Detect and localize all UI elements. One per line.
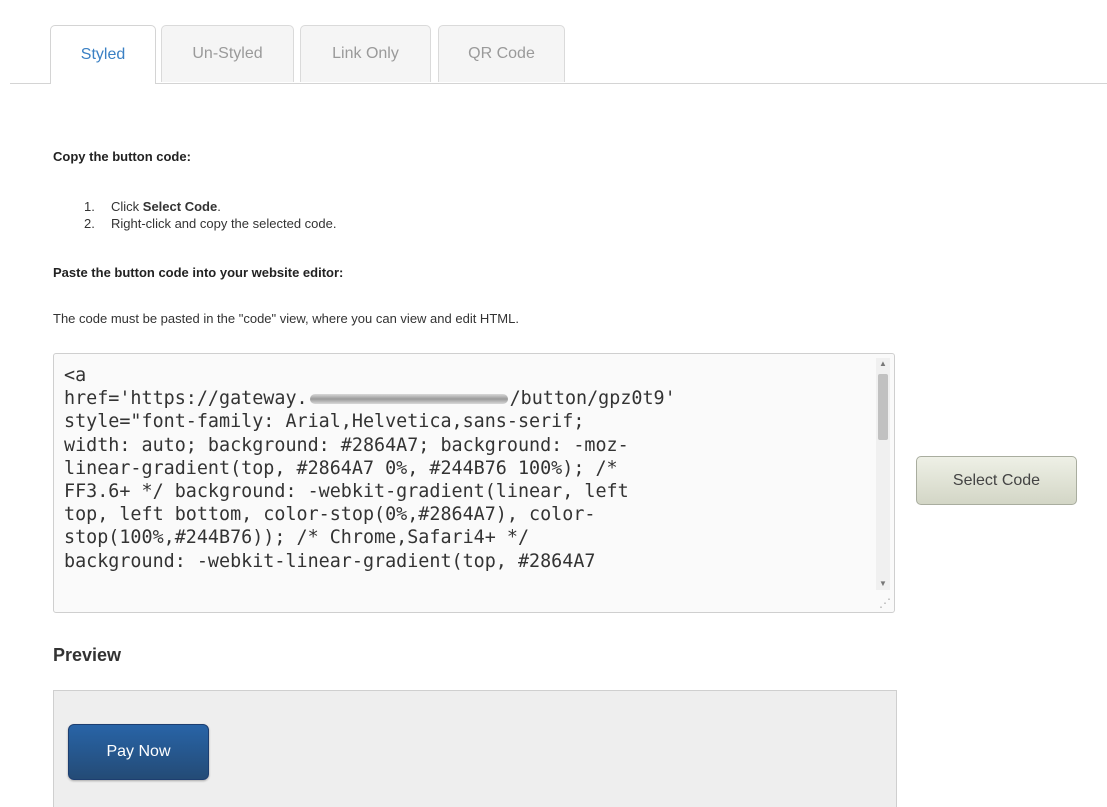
step-text: Click Select Code. xyxy=(111,198,221,215)
redacted-domain xyxy=(309,394,508,405)
code-line: stop(100%,#244B76)); /* Chrome,Safari4+ … xyxy=(64,527,530,549)
resize-grip-icon[interactable]: ⋰ xyxy=(878,596,892,610)
code-line: /button/gpz0t9' xyxy=(509,388,676,410)
code-line: href='https://gateway. xyxy=(64,388,308,410)
pay-now-button[interactable]: Pay Now xyxy=(68,724,209,780)
tab-un-styled[interactable]: Un-Styled xyxy=(161,25,294,82)
step-number: 2. xyxy=(84,216,95,231)
tab-link-only[interactable]: Link Only xyxy=(300,25,431,82)
code-line: <a xyxy=(64,365,87,386)
page: Styled Un-Styled Link Only QR Code Copy … xyxy=(0,0,1107,807)
code-scrollbar[interactable]: ▲ ▼ xyxy=(876,358,890,590)
step-suffix: . xyxy=(217,199,221,214)
scroll-down-arrow-icon[interactable]: ▼ xyxy=(876,578,890,590)
code-line: linear-gradient(top, #2864A7 0%, #244B76… xyxy=(64,457,618,479)
copy-title: Copy the button code: xyxy=(53,149,191,164)
code-line: background: -webkit-linear-gradient(top,… xyxy=(64,550,596,572)
steps-list: 1. Click Select Code. 2. Right-click and… xyxy=(84,198,336,232)
step-number: 1. xyxy=(84,199,95,214)
select-code-button[interactable]: Select Code xyxy=(916,456,1077,505)
preview-title: Preview xyxy=(53,645,122,665)
code-line: FF3.6+ */ background: -webkit-gradient(l… xyxy=(64,481,629,503)
scroll-thumb[interactable] xyxy=(878,374,888,440)
step-item: 1. Click Select Code. xyxy=(84,198,336,215)
preview-box: Pay Now xyxy=(53,690,897,807)
instructions-paragraph: The code must be pasted in the "code" vi… xyxy=(53,311,519,326)
tab-styled[interactable]: Styled xyxy=(50,25,156,84)
step-bold: Select Code xyxy=(142,199,218,214)
step-prefix: Click xyxy=(111,199,143,214)
code-line: top, left bottom, color-stop(0%,#2864A7)… xyxy=(64,504,596,526)
tab-qr-code[interactable]: QR Code xyxy=(438,25,565,82)
scroll-up-arrow-icon[interactable]: ▲ xyxy=(876,358,890,370)
code-line: width: auto; background: #2864A7; backgr… xyxy=(64,434,629,456)
code-textarea[interactable]: <a href='https://gateway. /button/gpz0t9'… xyxy=(53,353,895,613)
code-text[interactable]: <a href='https://gateway. /button/gpz0t9'… xyxy=(64,364,864,573)
tab-bar: Styled Un-Styled Link Only QR Code xyxy=(10,25,1107,84)
step-text: Right-click and copy the selected code. xyxy=(111,216,337,231)
step-item: 2. Right-click and copy the selected cod… xyxy=(84,215,336,232)
paste-title: Paste the button code into your website … xyxy=(53,265,344,280)
code-line: style="font-family: Arial,Helvetica,sans… xyxy=(64,411,585,433)
